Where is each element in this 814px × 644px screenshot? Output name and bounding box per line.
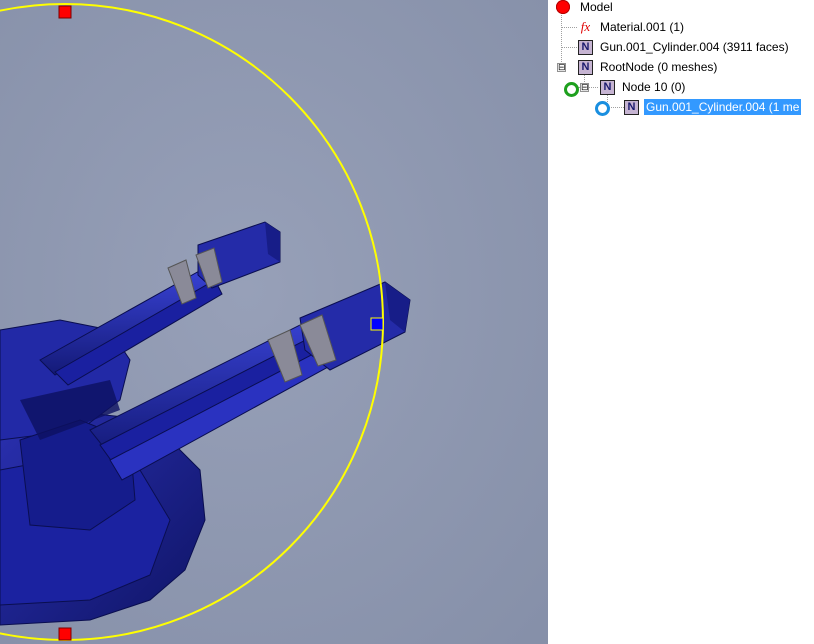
gizmo-handle-bottom[interactable] xyxy=(58,627,72,641)
fx-icon: fx xyxy=(580,18,591,34)
scene-tree-panel: Model fx Material.001 (1) N Gun.001_Cyli… xyxy=(548,0,814,644)
node-n-icon: N xyxy=(624,99,639,115)
tree-line xyxy=(561,11,562,68)
tree-item-node10[interactable]: N Node 10 (0) xyxy=(600,77,687,97)
3d-viewport[interactable] xyxy=(0,0,548,644)
tree-item-model[interactable]: Model xyxy=(578,0,615,17)
tree-item-label: Node 10 (0) xyxy=(622,80,686,94)
node-n-icon: N xyxy=(578,39,593,55)
tree-item-rootnode[interactable]: N RootNode (0 meshes) xyxy=(578,57,719,77)
collapse-icon[interactable]: ⊟ xyxy=(580,83,589,92)
model-dot-icon xyxy=(556,0,570,14)
tree-line xyxy=(562,47,577,48)
tree-item-label-selected: Gun.001_Cylinder.004 (1 me xyxy=(644,99,802,115)
tree-item-gun-node[interactable]: N Gun.001_Cylinder.004 (1 me xyxy=(624,97,802,117)
blue-ring-icon xyxy=(595,101,610,116)
tree-item-material[interactable]: fx Material.001 (1) xyxy=(578,17,686,37)
collapse-icon[interactable]: ⊟ xyxy=(557,63,566,72)
tree-line xyxy=(562,27,577,28)
tree-line xyxy=(608,107,624,108)
tree-item-label: RootNode (0 meshes) xyxy=(600,60,718,74)
gizmo-handle-top[interactable] xyxy=(58,5,72,19)
tree-item-label: Model xyxy=(580,0,613,14)
node-n-icon: N xyxy=(600,79,615,95)
tree-item-label: Gun.001_Cylinder.004 (3911 faces) xyxy=(600,40,789,54)
tree-item-mesh[interactable]: N Gun.001_Cylinder.004 (3911 faces) xyxy=(578,37,791,57)
tree-item-label: Material.001 (1) xyxy=(600,20,685,34)
node-n-icon: N xyxy=(578,59,593,75)
green-ring-icon xyxy=(564,82,579,97)
gizmo-handle-axis[interactable] xyxy=(370,317,384,331)
viewport-canvas[interactable] xyxy=(0,0,548,644)
